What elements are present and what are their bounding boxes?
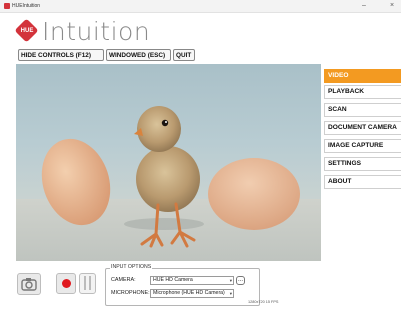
camera-select[interactable]: HUE HD Camera ▾ xyxy=(150,276,234,285)
menu-item-video[interactable]: VIDEO xyxy=(324,69,401,83)
chevron-down-icon: ▾ xyxy=(229,291,232,296)
input-options-legend: INPUT OPTIONS xyxy=(110,263,153,271)
pause-button[interactable] xyxy=(79,273,96,294)
app-icon xyxy=(4,3,10,9)
resolution-status: 1280x720 15 FPS xyxy=(248,300,279,304)
record-button[interactable] xyxy=(56,273,76,294)
window-title-bar: HUEIntuition – × xyxy=(0,0,401,13)
camera-more-button[interactable]: ... xyxy=(236,276,245,285)
menu-item-scan[interactable]: SCAN xyxy=(324,103,401,117)
minimize-button[interactable]: – xyxy=(357,0,371,12)
camera-feed-image xyxy=(16,106,321,261)
logo-text: HUE xyxy=(20,28,34,34)
menu-item-playback[interactable]: PLAYBACK xyxy=(324,85,401,99)
app-name: Intuition xyxy=(42,17,151,46)
camera-icon xyxy=(21,278,37,291)
microphone-select-value: Microphone (HUE HD Camera) xyxy=(153,290,225,296)
record-icon xyxy=(62,279,71,288)
menu-item-settings[interactable]: SETTINGS xyxy=(324,157,401,171)
windowed-button[interactable]: WINDOWED (ESC) xyxy=(106,49,171,61)
camera-select-value: HUE HD Camera xyxy=(153,277,193,283)
close-button[interactable]: × xyxy=(385,0,399,12)
pause-icon xyxy=(84,276,91,290)
menu-item-document-camera[interactable]: DOCUMENT CAMERA xyxy=(324,121,401,135)
window-title: HUEIntuition xyxy=(12,3,41,9)
microphone-select[interactable]: Microphone (HUE HD Camera) ▾ xyxy=(150,289,234,298)
capture-button[interactable] xyxy=(17,273,41,295)
hue-logo: HUE xyxy=(14,18,40,44)
menu-item-image-capture[interactable]: IMAGE CAPTURE xyxy=(324,139,401,153)
camera-label: CAMERA: xyxy=(111,277,136,283)
hide-controls-button[interactable]: HIDE CONTROLS (F12) xyxy=(18,49,104,61)
quit-button[interactable]: QUIT xyxy=(173,49,195,61)
menu-item-about[interactable]: ABOUT xyxy=(324,175,401,189)
microphone-label: MICROPHONE: xyxy=(111,290,150,296)
video-preview xyxy=(16,64,321,261)
chevron-down-icon: ▾ xyxy=(229,278,232,283)
input-options-group xyxy=(105,268,260,306)
